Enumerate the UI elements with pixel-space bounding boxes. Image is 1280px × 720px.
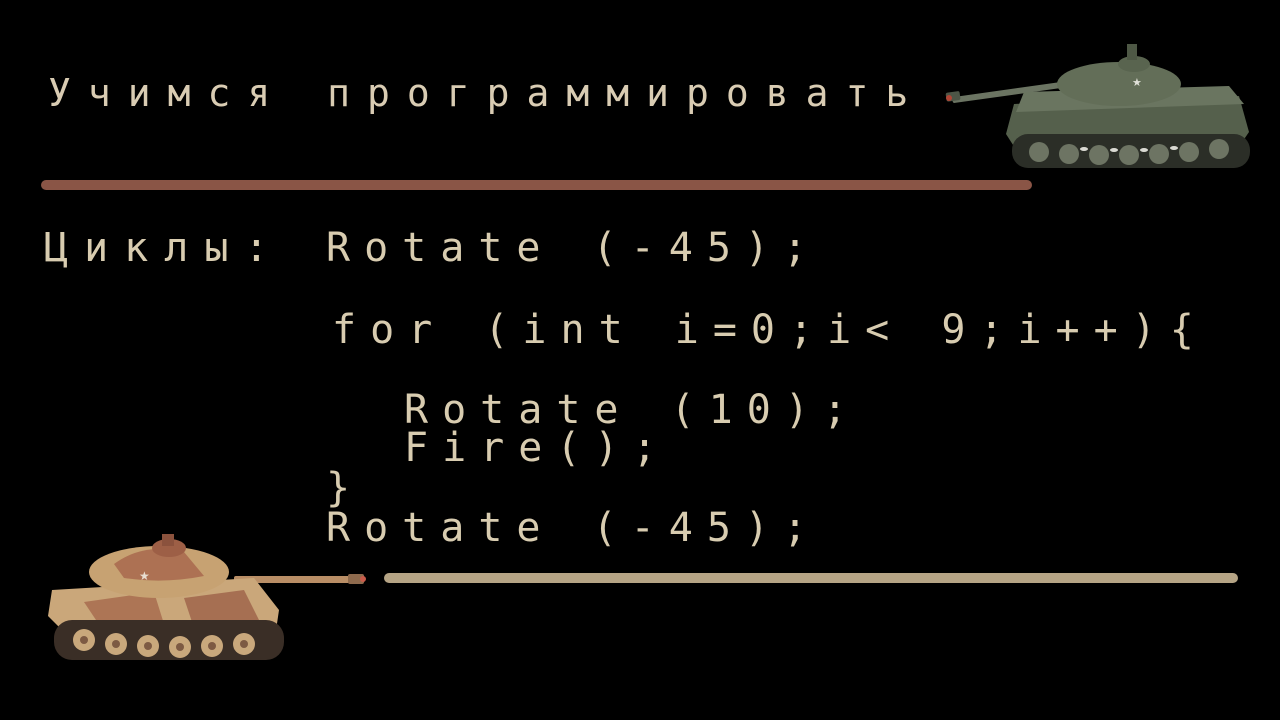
code-line-5: } <box>326 465 365 511</box>
green-tank-icon: ★ <box>945 44 1250 168</box>
code-line-6: Rotate (-45); <box>326 505 822 551</box>
code-line-3: Rotate (10); <box>404 387 861 433</box>
code-line-1: Rotate (-45); <box>326 225 822 271</box>
slide: Учимся программировать ★ Циклы: Rotate (… <box>0 0 1280 720</box>
bottom-divider <box>384 573 1238 583</box>
svg-text:★: ★ <box>139 569 150 583</box>
slide-title: Учимся программировать <box>48 71 926 115</box>
code-line-4: Fire(); <box>404 425 671 471</box>
camo-tank-icon: ★ <box>48 534 366 660</box>
top-divider <box>41 180 1032 190</box>
svg-text:★: ★ <box>1132 76 1142 89</box>
code-line-2: for (int i=0;i< 9;i++){ <box>332 307 1208 353</box>
section-label: Циклы: <box>44 225 285 271</box>
